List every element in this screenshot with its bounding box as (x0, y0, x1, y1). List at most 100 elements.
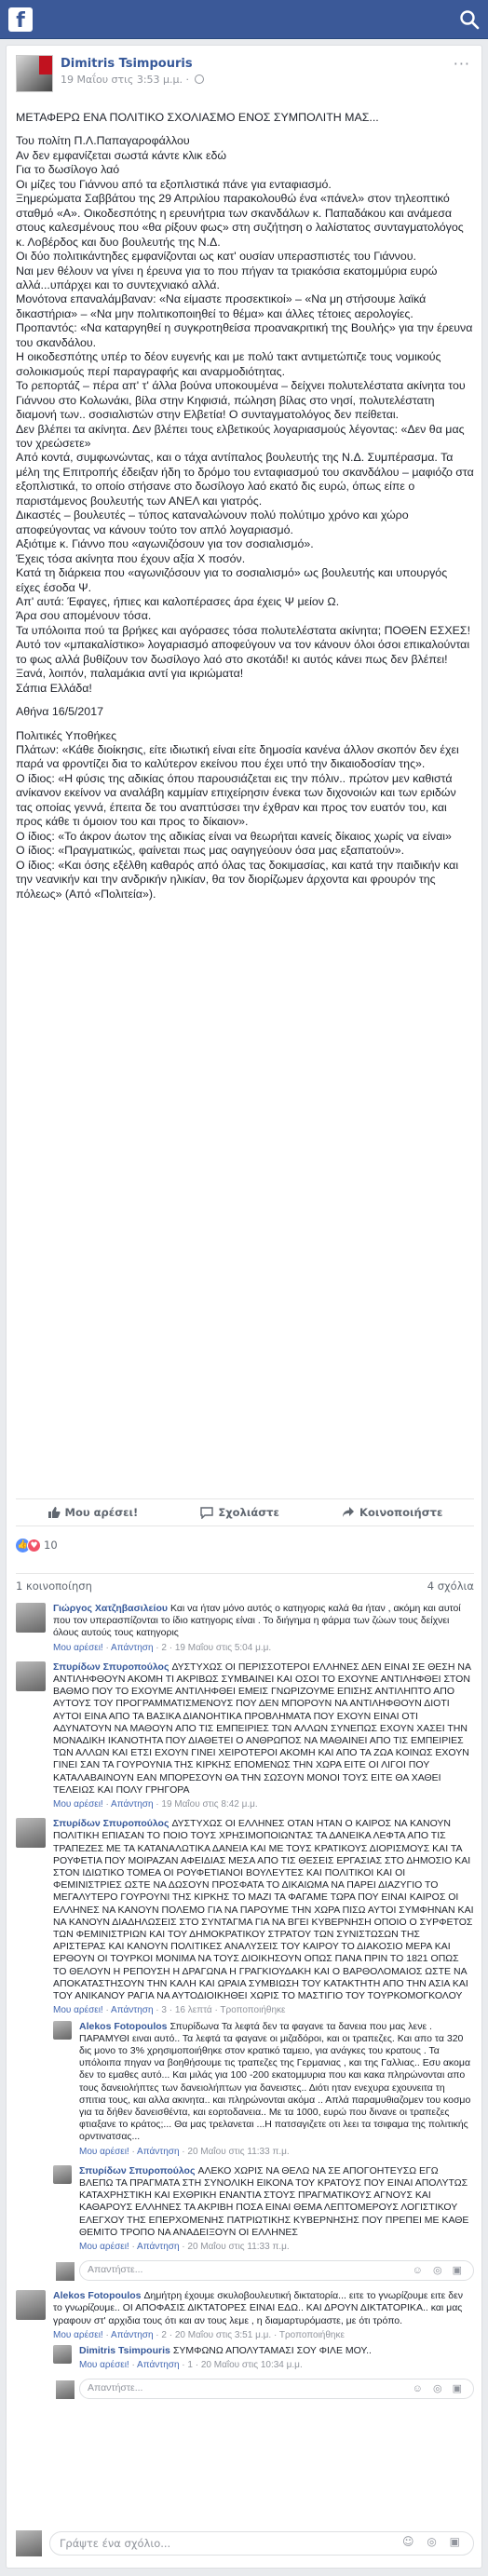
love-reaction-icon: ♥ (27, 1538, 41, 1552)
commenter-name[interactable]: Alekos Fotopoulos (79, 2021, 168, 2032)
comment-reply-link[interactable]: Απάντηση (137, 2242, 179, 2252)
comment-like-link[interactable]: Μου αρέσει! (79, 2360, 129, 2370)
composer-icons[interactable]: ☺ ◎ ▣ (402, 2535, 465, 2548)
share-icon (343, 1507, 355, 1517)
post-paragraph: Πλάτων: «Κάθε διοίκησις, είτε ιδιωτική ε… (16, 743, 459, 771)
post-timestamp-text: 19 Μαΐου στις 3:53 μ.μ. · (61, 74, 189, 86)
post-paragraph: Άρα σου απομένουν τόσα. (16, 609, 152, 623)
comment-like-link[interactable]: Μου αρέσει! (53, 1643, 103, 1653)
comment-meta: Μου αρέσει! · Απάντηση · 2 · 19 Μαΐου στ… (53, 1642, 272, 1653)
post-paragraph: Ο ίδιος: «Πραγματικώς, φαίνεται πως μας … (16, 844, 405, 858)
like-button-label: Μου αρέσει! (64, 1506, 139, 1519)
comment-reply-link[interactable]: Απάντηση (111, 2005, 153, 2015)
reply-composer-icons[interactable]: ☺ ◎ ▣ (413, 2264, 466, 2276)
comment-like-link[interactable]: Μου αρέσει! (79, 2147, 129, 2157)
comment-reply-link[interactable]: Απάντηση (111, 2330, 153, 2340)
comment-like-link[interactable]: Μου αρέσει! (79, 2242, 129, 2252)
comments-summary-bar: 1 κοινοποίηση 4 σχόλια (16, 1573, 474, 1593)
post-paragraph: Οι μίζες του Γιάννου από τα εξοπλιστικά … (16, 177, 332, 191)
author-avatar[interactable] (16, 55, 53, 92)
comment-timestamp[interactable]: · 20 Μαΐου στις 11:33 π.μ. (182, 2242, 289, 2252)
comment-meta: Μου αρέσει! · Απάντηση · 2 · 20 Μαΐου στ… (53, 2329, 345, 2340)
thumbs-up-icon (47, 1507, 61, 1518)
post-paragraph: Το ρεπορτάζ – πέρα απ' τ' άλλα βούνα υπο… (16, 379, 466, 422)
reply-input[interactable]: Απαντήστε... ☺ ◎ ▣ (56, 2260, 474, 2282)
comment-body: Γιώργος Χατζηβασιλείου Και να ήταν μόνο α… (53, 1603, 474, 1654)
reply-input[interactable]: Απαντήστε... ☺ ◎ ▣ (56, 2379, 474, 2400)
comment-text: ΔΥΣΤΥΧΩΣ ΟΙ ΠΕΡΙΣΣΟΤΕΡΟΙ ΕΛΛΗΝΕΣ ΔΕΝ ΕΙΝ… (53, 1661, 471, 1796)
post-paragraph: Έχεις τόσα ακίνητα που έχουν αξία Χ ποσό… (16, 551, 246, 565)
commenter-name[interactable]: Σπυρίδων Σπυροπούλος (53, 1661, 169, 1673)
comments-list: Γιώργος Χατζηβασιλείου Και να ήταν μόνο α… (16, 1603, 474, 2408)
commenter-name[interactable]: Γιώργος Χατζηβασιλείου (53, 1603, 168, 1614)
share-button[interactable]: Κοινοποιήστε (342, 1506, 442, 1519)
post-paragraph: Η οικοδεσπότης υπέρ το δέον ευγενής και … (16, 350, 441, 378)
commenter-name[interactable]: Dimitris Tsimpouris (79, 2345, 170, 2356)
post-paragraph: Ο ίδιος: «Και όσης εξέλθη καθαρός από όλ… (16, 858, 459, 901)
comment-like-link[interactable]: Μου αρέσει! (53, 2330, 103, 2340)
comment-like-link[interactable]: Μου αρέσει! (53, 2005, 103, 2015)
current-user-avatar (16, 2530, 42, 2556)
replies-thread: Alekos Fotopoulos Σπυρίδωνα Τα λεφτά δεν … (53, 2020, 474, 2282)
comment-reply: Σπυρίδων Σπυροπούλος ΑΛΕΚΟ ΧΩΡΙΣ ΝΑ ΘΕΛΩ … (53, 2164, 474, 2253)
commenter-avatar[interactable] (53, 2020, 72, 2040)
commenter-avatar[interactable] (53, 2164, 72, 2184)
commenter-avatar[interactable] (16, 2290, 46, 2321)
comment-reply-link[interactable]: Απάντηση (137, 2147, 179, 2157)
post-card: Dimitris Tsimpouris 19 Μαΐου στις 3:53 μ… (6, 45, 482, 2569)
reactions-summary[interactable]: 👍 ♥ 10 (16, 1536, 58, 1554)
commenter-name[interactable]: Alekos Fotopoulos (53, 2290, 142, 2301)
comment-timestamp[interactable]: · 2 · 20 Μαΐου στις 3:51 μ.μ. · Τροποποι… (156, 2330, 345, 2340)
commenter-avatar[interactable] (53, 2344, 72, 2364)
post-paragraph (16, 696, 474, 705)
top-navigation-bar: f (0, 0, 488, 39)
reply-input-placeholder: Απαντήστε... (88, 2382, 143, 2394)
commenter-avatar[interactable] (16, 1661, 46, 1691)
post-paragraph: Από κοντά, συμφωνώντας, και ο τάχα αντίπ… (16, 451, 474, 508)
comment-meta: Μου αρέσει! · Απάντηση · 3 · 16 λεπτά · … (53, 2005, 286, 2016)
post-options-icon[interactable]: ··· (454, 55, 470, 73)
comment-timestamp[interactable]: · 3 · 16 λεπτά · Τροποποιήθηκε (156, 2005, 285, 2015)
search-icon[interactable] (459, 9, 480, 30)
comment-text: ΣΥΜΦΩΝΩ ΑΠΟΛΥΤΑΜΑΣΙ ΣΟΥ ΦΙΛΕ ΜΟΥ.. (172, 2344, 372, 2356)
post-paragraph: Αυτό τον «μπακαλίστικο» λογαριασμό αποφε… (16, 638, 470, 666)
comment-meta: Μου αρέσει! · Απάντηση · 20 Μαΐου στις 1… (79, 2241, 290, 2252)
comment-text: Σπυρίδωνα Τα λεφτά δεν τα φαγανε τα δανε… (79, 2020, 471, 2143)
post-paragraph: Τα υπόλοιπα πού τα βρήκες και αγόρασες τ… (16, 623, 471, 637)
commenter-avatar[interactable] (16, 1603, 46, 1633)
comment-timestamp[interactable]: · 1 · 20 Μαΐου στις 10:34 μ.μ. (182, 2360, 302, 2370)
post-timestamp[interactable]: 19 Μαΐου στις 3:53 μ.μ. · (61, 74, 204, 86)
comment-reply-link[interactable]: Απάντηση (111, 1799, 153, 1810)
comment-reply: Alekos Fotopoulos Σπυρίδωνα Τα λεφτά δεν … (53, 2020, 474, 2158)
comment-timestamp[interactable]: · 20 Μαΐου στις 11:33 π.μ. (182, 2147, 289, 2157)
comments-count[interactable]: 4 σχόλια (427, 1579, 474, 1593)
post-paragraph: Δικαστές – βουλευτές – τύπος καταναλώνου… (16, 508, 409, 536)
shares-count[interactable]: 1 κοινοποίηση (16, 1579, 92, 1593)
comment-timestamp[interactable]: · 19 Μαΐου στις 8:42 μ.μ. (156, 1799, 257, 1810)
facebook-logo[interactable]: f (8, 7, 33, 32)
post-text: ΜΕΤΑΦΕΡΩ ΕΝΑ ΠΟΛΙΤΙΚΟ ΣΧΟΛΙΑΣΜΟ ΕΝΟΣ ΣΥΜ… (16, 111, 474, 902)
comment-reply-link[interactable]: Απάντηση (137, 2360, 179, 2370)
like-button[interactable]: Μου αρέσει! (47, 1506, 139, 1519)
comment-body: Σπυρίδων Σπυροπούλος ΔΥΣΤΥΧΩΣ ΟΙ ΕΛΛΗΝΕΣ … (53, 1818, 474, 2016)
commenter-avatar[interactable] (16, 1818, 46, 1849)
comment-timestamp[interactable]: · 2 · 19 Μαΐου στις 5:04 μ.μ. (156, 1643, 271, 1653)
post-paragraph: Ο ίδιος: «Η φύσις της αδικίας όπου παρου… (16, 771, 456, 829)
author-name[interactable]: Dimitris Tsimpouris (61, 57, 193, 71)
post-paragraph: Ξανά, λοιπόν, παλαμάκια αντί για ικριώμα… (16, 667, 244, 681)
comment: Σπυρίδων Σπυροπούλος ΔΥΣΤΥΧΩΣ ΟΙ ΠΕΡΙΣΣΟΤ… (16, 1661, 474, 1810)
share-button-label: Κοινοποιήστε (359, 1506, 443, 1519)
comment-composer: Γράψτε ένα σχόλιο... ☺ ◎ ▣ (16, 2530, 474, 2556)
post-paragraph: Αθήνα 16/5/2017 (16, 705, 103, 719)
commenter-name[interactable]: Σπυρίδων Σπυροπούλος (79, 2165, 195, 2176)
comment-icon (200, 1507, 214, 1519)
post-paragraph: Αξιότιμε κ. Γιάννο που «αγωνιζόσουν για … (16, 537, 314, 551)
comment-reply-link[interactable]: Απάντηση (111, 1643, 153, 1653)
commenter-name[interactable]: Σπυρίδων Σπυροπούλος (53, 1818, 169, 1829)
post-actions-bar: Μου αρέσει! Σχολιάστε Κοινοποιήστε (16, 1498, 474, 1526)
post-paragraph: Πολιτικές Υποθήκες (16, 728, 117, 742)
comment-body: Alekos Fotopoulos Σπυρίδωνα Τα λεφτά δεν … (79, 2021, 474, 2158)
comment-button[interactable]: Σχολιάστε (200, 1506, 279, 1519)
comment-like-link[interactable]: Μου αρέσει! (53, 1799, 103, 1810)
reply-composer-icons[interactable]: ☺ ◎ ▣ (413, 2382, 466, 2394)
